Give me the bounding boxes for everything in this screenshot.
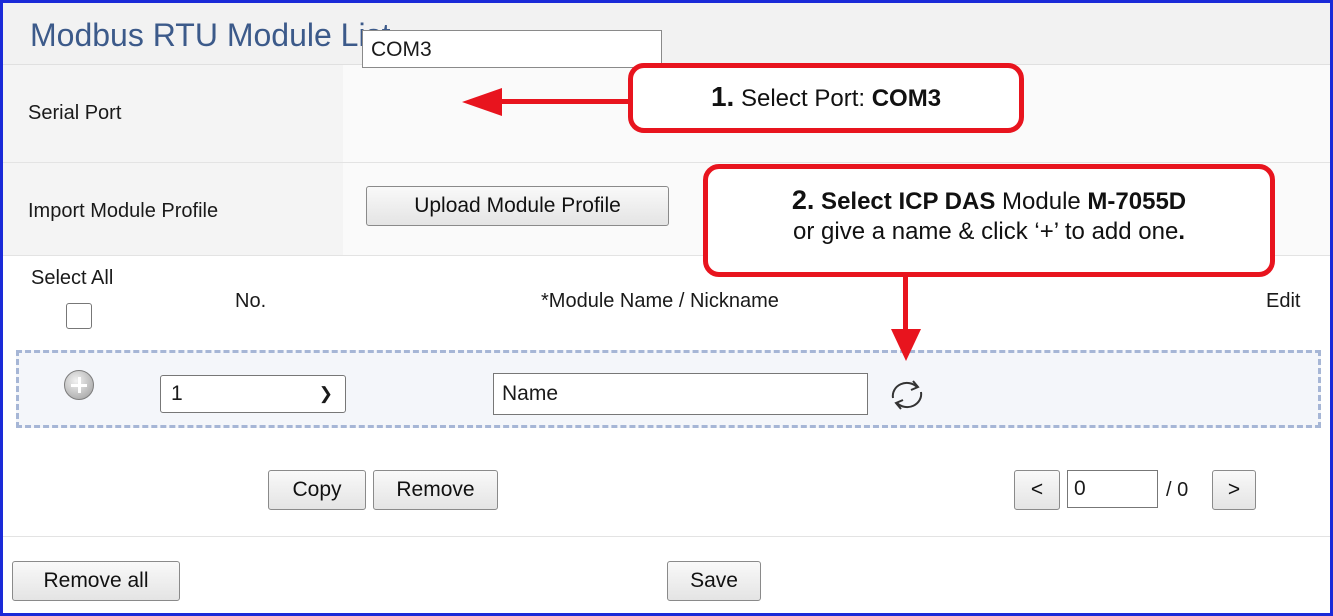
arrow-2-head-icon [891, 329, 921, 361]
copy-button[interactable]: Copy [268, 470, 366, 510]
prev-page-button[interactable]: < [1014, 470, 1060, 510]
title-bar: Modbus RTU Module List [3, 3, 1330, 65]
serial-port-select[interactable]: COM3 [362, 30, 662, 68]
arrow-1-line [498, 99, 632, 104]
callout2-bold1: Select ICP DAS [814, 188, 996, 215]
column-name-header: *Module Name / Nickname [541, 290, 779, 312]
callout2-line2: or give a name & click ‘+’ to add one. [708, 217, 1270, 247]
chevron-down-icon: ❯ [318, 384, 333, 403]
select-all-label: Select All [31, 267, 114, 289]
callout1-bold: COM3 [871, 85, 942, 112]
module-number-value: 1 [171, 382, 183, 405]
page-total: / 0 [1166, 479, 1189, 501]
save-button[interactable]: Save [667, 561, 761, 601]
callout1-text: Select Port: [734, 85, 872, 112]
page-number-input[interactable]: 0 [1067, 470, 1158, 508]
import-label-cell: Import Module Profile [3, 163, 343, 255]
plus-circle-icon[interactable] [64, 370, 94, 400]
next-page-button[interactable]: > [1212, 470, 1256, 510]
callout1-number: 1. [710, 81, 735, 112]
callout-select-port: 1. Select Port: COM3 [628, 63, 1024, 133]
select-all-checkbox[interactable] [66, 303, 92, 329]
upload-module-profile-button[interactable]: Upload Module Profile [366, 186, 669, 226]
serial-port-label: Serial Port [28, 102, 122, 124]
arrow-2-line [903, 277, 908, 331]
callout2-text2: or give a name & click ‘+’ to add one [793, 218, 1179, 245]
arrow-1-head-icon [462, 88, 502, 116]
callout2-period: . [1178, 218, 1185, 245]
refresh-icon[interactable] [883, 376, 931, 414]
module-number-select[interactable]: 1 ❯ [160, 375, 346, 413]
remove-button[interactable]: Remove [373, 470, 498, 510]
serial-port-label-cell: Serial Port [3, 65, 343, 162]
remove-all-button[interactable]: Remove all [12, 561, 180, 601]
callout2-text1: Module [995, 188, 1088, 215]
callout2-number: 2. [791, 185, 815, 215]
column-edit-header: Edit [1266, 290, 1301, 312]
callout2-line1: 2. Select ICP DAS Module M-7055D [708, 185, 1270, 217]
module-name-input[interactable]: Name [493, 373, 868, 415]
column-no-header: No. [235, 290, 267, 312]
callout2-bold2: M-7055D [1087, 188, 1187, 215]
page-title: Modbus RTU Module List [30, 17, 391, 53]
callout-select-module: 2. Select ICP DAS Module M-7055D or give… [703, 164, 1275, 277]
divider [3, 536, 1330, 537]
import-profile-label: Import Module Profile [28, 200, 219, 222]
